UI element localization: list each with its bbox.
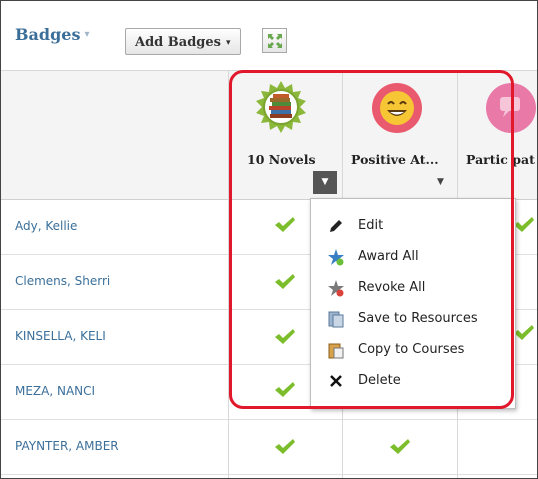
student-name[interactable]: Clemens, Sherri [15, 274, 110, 288]
badges-title: Badges [15, 25, 81, 44]
chevron-down-icon: ▾ [84, 29, 90, 40]
checkmark-icon [390, 439, 410, 454]
toolbar: Badges ▾ Add Badges ▾ [1, 1, 537, 70]
expand-arrows-icon [268, 34, 282, 48]
badges-title-dropdown[interactable]: Badges ▾ [15, 25, 89, 44]
student-name[interactable]: PAYNTER, AMBER [15, 439, 119, 453]
badges-panel: Badges ▾ Add Badges ▾ 10 Novels ▼ Positi… [0, 0, 538, 479]
add-badges-button[interactable]: Add Badges ▾ [125, 28, 241, 55]
checkmark-icon [514, 325, 534, 340]
expand-button[interactable] [262, 28, 287, 53]
checkmark-icon [275, 439, 295, 454]
chevron-down-icon: ▾ [225, 38, 231, 48]
student-name[interactable]: Ady, Kellie [15, 219, 77, 233]
add-badges-label: Add Badges [135, 35, 221, 50]
student-name[interactable]: MEZA, NANCI [15, 384, 95, 398]
student-name[interactable]: KINSELLA, KELI [15, 329, 106, 343]
checkmark-icon [514, 217, 534, 232]
highlight-outline [229, 70, 514, 409]
